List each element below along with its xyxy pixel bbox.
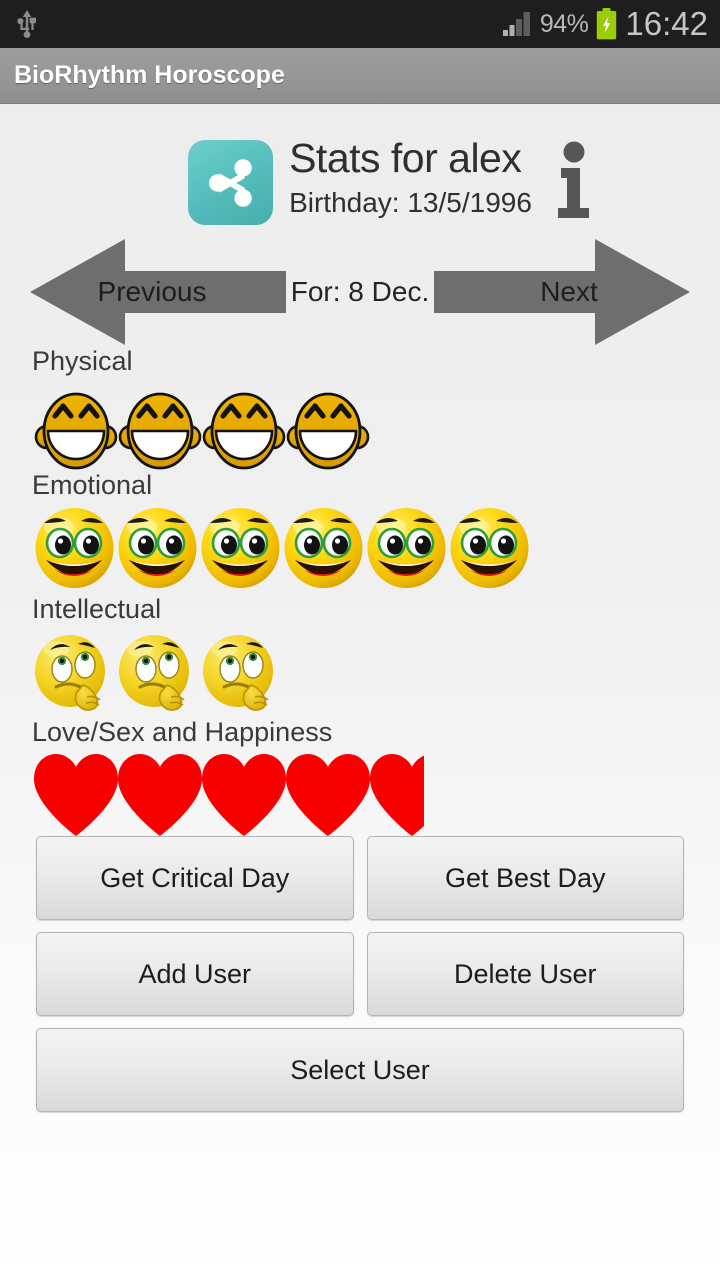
button-row-3: Select User — [36, 1028, 684, 1112]
laughing-face-icon — [34, 392, 118, 470]
metric-label-physical: Physical — [32, 346, 133, 376]
select-user-button[interactable]: Select User — [36, 1028, 684, 1112]
smiling-face-icon — [450, 508, 529, 588]
heart-icon — [34, 754, 118, 836]
smiling-face-icon — [35, 508, 114, 588]
battery-charging-icon — [596, 8, 617, 40]
metric-row-intellectual — [32, 629, 284, 711]
metric-section-love: Love/Sex and Happiness — [32, 719, 424, 837]
usb-icon — [14, 8, 40, 40]
metric-label-emotional: Emotional — [32, 470, 153, 500]
thinking-face-icon — [119, 635, 189, 711]
metric-section-intellectual: Intellectual — [32, 596, 284, 711]
stats-title-line: Stats for alex — [289, 135, 532, 181]
thinking-face-icon — [203, 635, 273, 711]
heart-icon — [370, 754, 424, 836]
signal-bars-icon — [502, 11, 532, 37]
header-text-block: Stats for alex Birthday: 13/5/1996 — [289, 135, 590, 219]
get-best-day-button[interactable]: Get Best Day — [366, 836, 684, 920]
laughing-face-icon — [286, 392, 370, 470]
battery-percent: 94% — [539, 9, 589, 38]
metric-row-physical — [32, 381, 370, 473]
heart-icon — [202, 754, 286, 836]
smiling-face-icon — [284, 508, 363, 588]
hearts-container — [32, 752, 424, 837]
stats-header: Stats for alex Birthday: 13/5/1996 — [0, 135, 720, 237]
smiling-face-icon — [118, 508, 197, 588]
smiling-face-icon — [367, 508, 446, 588]
add-user-button[interactable]: Add User — [36, 932, 354, 1016]
button-row-2: Add User Delete User — [36, 932, 684, 1016]
metric-label-intellectual: Intellectual — [32, 594, 162, 624]
status-bar-left — [14, 8, 40, 40]
heart-icon — [286, 754, 370, 836]
thinking-face-icon — [35, 635, 105, 711]
status-bar-right: 94% 16:42 — [502, 7, 708, 42]
delete-user-button[interactable]: Delete User — [366, 932, 684, 1016]
share-icon[interactable] — [188, 140, 274, 225]
metric-section-emotional: Emotional — [32, 472, 530, 590]
metric-label-love: Love/Sex and Happiness — [32, 717, 333, 747]
date-nav-row: Previous For: 8 Dec. Next — [0, 237, 720, 347]
app-screen: 94% 16:42 BioRhythm Horoscope Stats for … — [0, 0, 720, 1280]
info-icon[interactable] — [552, 141, 596, 223]
action-buttons: Get Critical Day Get Best Day Add User D… — [36, 836, 684, 1124]
metric-section-physical: Physical — [32, 346, 370, 473]
birthday-text: Birthday: 13/5/1996 — [289, 187, 532, 219]
laughing-face-icon — [202, 392, 286, 470]
laughing-face-icon — [118, 392, 202, 470]
smiling-face-icon — [201, 508, 280, 588]
status-bar-clock: 16:42 — [625, 4, 708, 42]
metric-row-love — [32, 752, 424, 837]
get-critical-day-button[interactable]: Get Critical Day — [36, 836, 354, 920]
status-bar: 94% 16:42 — [0, 0, 720, 48]
heart-icon — [118, 754, 202, 836]
next-button[interactable]: Next — [434, 237, 690, 347]
button-row-1: Get Critical Day Get Best Day — [36, 836, 684, 920]
next-button-label: Next — [540, 276, 598, 307]
page-title: Stats for alex — [289, 135, 522, 181]
metric-row-emotional — [32, 505, 530, 590]
app-title: BioRhythm Horoscope — [14, 61, 285, 89]
title-bar: BioRhythm Horoscope — [0, 48, 720, 104]
